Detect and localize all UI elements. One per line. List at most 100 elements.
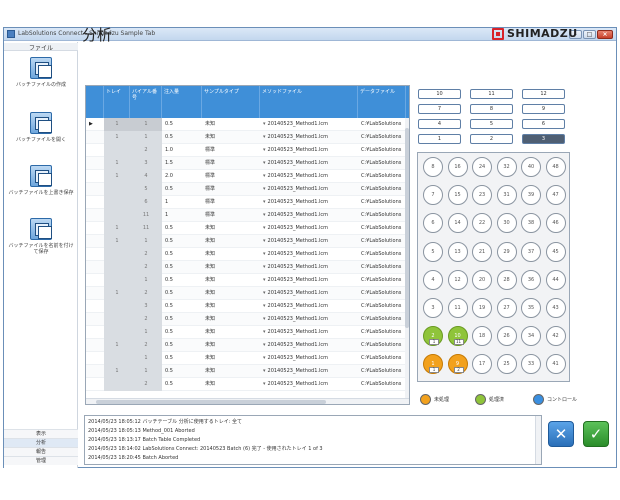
sidebar-nav-admin[interactable]: 管理 [4, 456, 78, 465]
cell-vol[interactable]: 0.5 [162, 378, 202, 391]
cell-vial[interactable]: 1 [130, 326, 162, 339]
vial-well-32[interactable]: 32 [496, 157, 517, 177]
cell-sample-type[interactable]: 標準 [202, 209, 260, 222]
cell-data[interactable]: C:¥LabSolutions [358, 365, 405, 378]
table-row[interactable]: 5 0.5 標準 ▾ 20140523_Method1.lcm C:¥LabSolutio… [86, 183, 409, 196]
rack-button-11[interactable]: 11 [470, 89, 513, 99]
cell-vial[interactable]: 2 [130, 339, 162, 352]
cell-vial[interactable]: 4 [130, 170, 162, 183]
table-row[interactable]: 1 1 0.5 未知 ▾ 20140523_Method1.lcm C:¥LabSoluti… [86, 235, 409, 248]
sidebar-item-new-batch[interactable]: バッチファイルの作成 [8, 57, 74, 107]
sidebar-item-save-batch[interactable]: バッチファイルを上書き保存 [8, 165, 74, 215]
dropdown-arrow-icon[interactable]: ▾ [263, 277, 266, 283]
cell-tray[interactable]: 1 [104, 287, 130, 300]
cell-vial[interactable]: 1 [130, 118, 162, 131]
vial-well-31[interactable]: 31 [496, 185, 517, 206]
cell-method-file[interactable]: ▾ 20140523_Method1.lcm [260, 365, 358, 378]
dropdown-arrow-icon[interactable]: ▾ [263, 212, 266, 218]
cell-vol[interactable]: 0.5 [162, 183, 202, 196]
col-volume[interactable]: 注入量 [162, 86, 202, 118]
table-row[interactable]: 1 0.5 未知 ▾ 20140523_Method1.lcm C:¥LabSolutio… [86, 274, 409, 287]
cell-tray[interactable]: 1 [104, 157, 130, 170]
cell-tray[interactable] [104, 300, 130, 313]
cell-tray[interactable]: 1 [104, 235, 130, 248]
cell-method-file[interactable]: ▾ 20140523_Method1.lcm [260, 196, 358, 209]
cell-data[interactable]: C:¥LabSolutions [358, 131, 405, 144]
dropdown-arrow-icon[interactable]: ▾ [263, 355, 266, 361]
vial-well-10[interactable]: 10 11 [447, 326, 468, 347]
col-tray[interactable]: トレイ [104, 86, 130, 118]
cell-tray[interactable]: 1 [104, 365, 130, 378]
cell-method-file[interactable]: ▾ 20140523_Method1.lcm [260, 222, 358, 235]
cell-method-file[interactable]: ▾ 20140523_Method1.lcm [260, 274, 358, 287]
cancel-button[interactable]: ✕ [548, 421, 574, 447]
table-row[interactable]: 1 4 2.0 標準 ▾ 20140523_Method1.lcm C:¥LabSoluti… [86, 170, 409, 183]
vial-well-29[interactable]: 29 [496, 241, 517, 262]
cell-data[interactable]: C:¥LabSolutions [358, 300, 405, 313]
cell-vial[interactable]: 1 [130, 365, 162, 378]
cell-vial[interactable]: 3 [130, 300, 162, 313]
vial-well-7[interactable]: 7 [423, 185, 443, 206]
cell-sample-type[interactable]: 未知 [202, 365, 260, 378]
dropdown-arrow-icon[interactable]: ▾ [263, 160, 266, 166]
cell-data[interactable]: C:¥LabSolutions [358, 157, 405, 170]
rack-button-9[interactable]: 9 [522, 104, 565, 114]
cell-method-file[interactable]: ▾ 20140523_Method1.lcm [260, 261, 358, 274]
dropdown-arrow-icon[interactable]: ▾ [263, 134, 266, 140]
cell-tray[interactable] [104, 144, 130, 157]
sidebar-item-saveas-batch[interactable]: バッチファイルを名前を付けて保存 [8, 218, 74, 268]
cell-vol[interactable]: 0.5 [162, 365, 202, 378]
cell-data[interactable]: C:¥LabSolutions [358, 274, 405, 287]
dropdown-arrow-icon[interactable]: ▾ [263, 290, 266, 296]
cell-data[interactable]: C:¥LabSolutions [358, 313, 405, 326]
cell-vial[interactable]: 1 [130, 131, 162, 144]
dropdown-arrow-icon[interactable]: ▾ [263, 303, 266, 309]
vial-well-18[interactable]: 18 [472, 326, 492, 347]
vial-well-33[interactable]: 33 [521, 354, 541, 375]
close-window-button[interactable]: × [597, 30, 613, 39]
cell-vial[interactable]: 2 [130, 261, 162, 274]
table-row[interactable]: 2 0.5 未知 ▾ 20140523_Method1.lcm C:¥LabSolutio… [86, 261, 409, 274]
cell-vial[interactable]: 1 [130, 274, 162, 287]
vial-well-47[interactable]: 47 [545, 185, 566, 206]
table-row[interactable]: 2 0.5 未知 ▾ 20140523_Method1.lcm C:¥LabSolutio… [86, 248, 409, 261]
dropdown-arrow-icon[interactable]: ▾ [263, 342, 266, 348]
cell-sample-type[interactable]: 標準 [202, 144, 260, 157]
vial-well-40[interactable]: 40 [521, 157, 541, 177]
cell-method-file[interactable]: ▾ 20140523_Method1.lcm [260, 209, 358, 222]
vial-well-5[interactable]: 5 [423, 241, 443, 262]
cell-data[interactable]: C:¥LabSolutions [358, 235, 405, 248]
cell-sample-type[interactable]: 未知 [202, 118, 260, 131]
table-row[interactable]: 1 3 1.5 標準 ▾ 20140523_Method1.lcm C:¥LabSoluti… [86, 157, 409, 170]
log-scrollbar[interactable] [535, 416, 541, 464]
vial-well-11[interactable]: 11 [447, 298, 468, 318]
table-row[interactable]: ▶ 1 1 0.5 未知 ▾ 20140523_Method1.lcm C:¥LabSolut… [86, 118, 409, 131]
cell-sample-type[interactable]: 未知 [202, 352, 260, 365]
table-row[interactable]: 1 11 0.5 未知 ▾ 20140523_Method1.lcm C:¥LabSolut… [86, 222, 409, 235]
table-row[interactable]: 1 0.5 未知 ▾ 20140523_Method1.lcm C:¥LabSolutio… [86, 352, 409, 365]
table-row[interactable]: 1 1 0.5 未知 ▾ 20140523_Method1.lcm C:¥LabSoluti… [86, 131, 409, 144]
cell-vol[interactable]: 0.5 [162, 235, 202, 248]
rack-button-8[interactable]: 8 [470, 104, 513, 114]
cell-data[interactable]: C:¥LabSolutions [358, 287, 405, 300]
vial-well-38[interactable]: 38 [521, 213, 541, 234]
ok-button[interactable]: ✓ [583, 421, 609, 447]
cell-vial[interactable]: 11 [130, 222, 162, 235]
cell-vol[interactable]: 0.5 [162, 261, 202, 274]
cell-tray[interactable] [104, 326, 130, 339]
cell-tray[interactable] [104, 209, 130, 222]
cell-sample-type[interactable]: 未知 [202, 300, 260, 313]
cell-method-file[interactable]: ▾ 20140523_Method1.lcm [260, 157, 358, 170]
cell-method-file[interactable]: ▾ 20140523_Method1.lcm [260, 170, 358, 183]
rack-button-12[interactable]: 12 [522, 89, 565, 99]
vial-well-48[interactable]: 48 [545, 157, 566, 177]
cell-sample-type[interactable]: 未知 [202, 287, 260, 300]
table-horizontal-scrollbar[interactable] [86, 398, 409, 404]
cell-sample-type[interactable]: 未知 [202, 222, 260, 235]
vial-well-24[interactable]: 24 [472, 157, 492, 177]
cell-tray[interactable]: 1 [104, 222, 130, 235]
vial-well-12[interactable]: 12 [447, 269, 468, 290]
cell-vial[interactable]: 6 [130, 196, 162, 209]
cell-method-file[interactable]: ▾ 20140523_Method1.lcm [260, 300, 358, 313]
cell-method-file[interactable]: ▾ 20140523_Method1.lcm [260, 352, 358, 365]
